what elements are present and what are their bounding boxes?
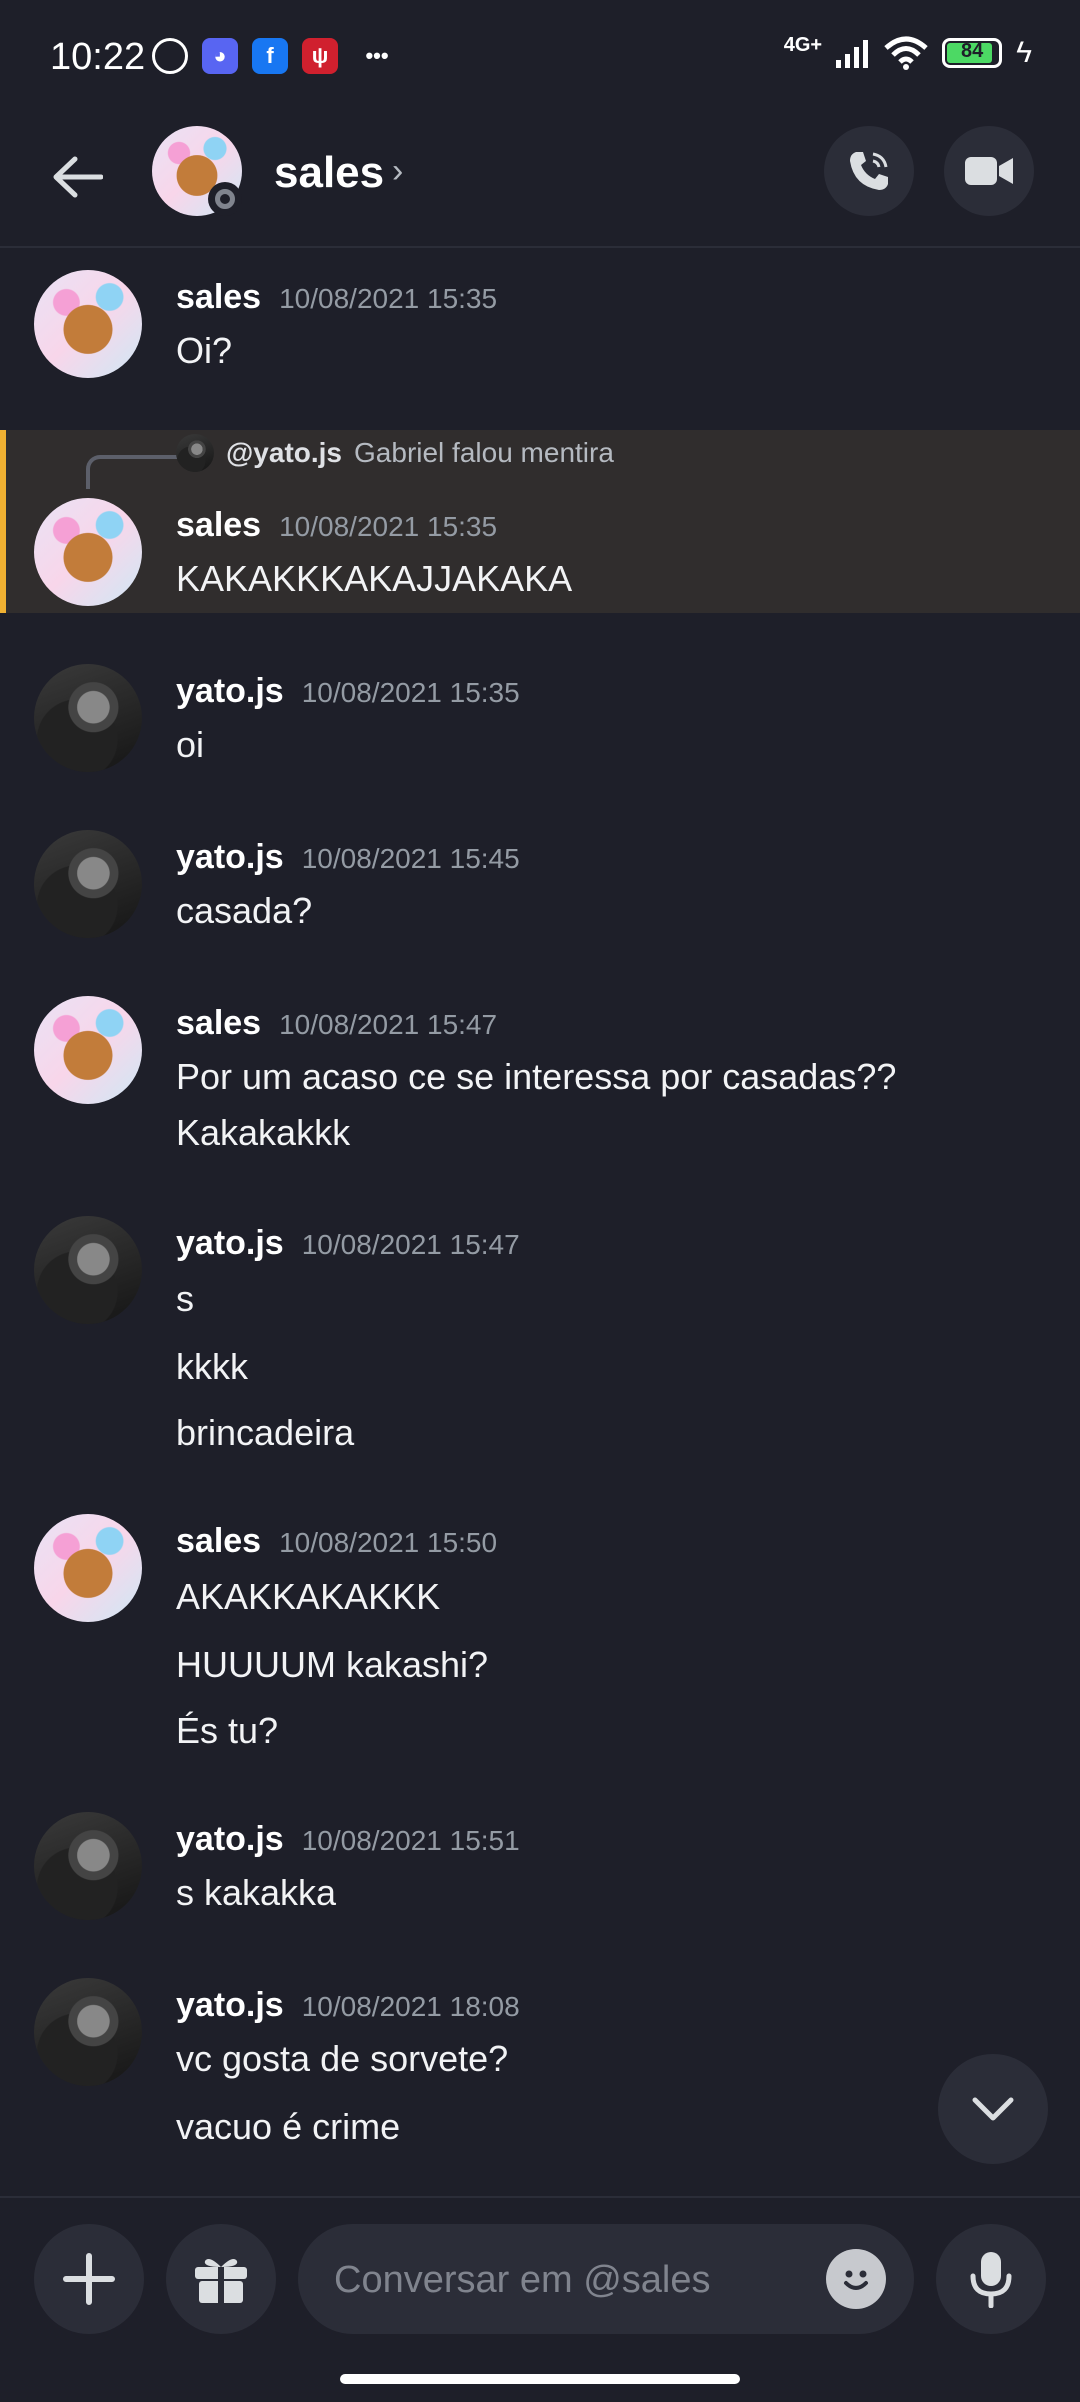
attach-button[interactable] xyxy=(34,2224,144,2334)
avatar[interactable] xyxy=(34,1514,142,1622)
message-header: yato.js 10/08/2021 15:35 xyxy=(176,672,520,711)
message-timestamp: 10/08/2021 15:35 xyxy=(279,511,498,542)
message-input[interactable] xyxy=(332,2224,796,2336)
message-author[interactable]: yato.js xyxy=(176,672,284,710)
charging-icon: ϟ xyxy=(1016,36,1032,69)
message-text[interactable]: Por um acaso ce se interessa por casadas… xyxy=(176,1056,896,1098)
back-arrow-icon xyxy=(53,156,103,198)
gift-button[interactable] xyxy=(166,2224,276,2334)
emoji-button[interactable] xyxy=(826,2249,886,2309)
message-timestamp: 10/08/2021 15:35 xyxy=(279,283,498,314)
avatar[interactable] xyxy=(34,270,142,378)
message-text[interactable]: oi xyxy=(176,724,204,766)
gift-icon xyxy=(195,2259,247,2303)
message-timestamp: 10/08/2021 18:08 xyxy=(301,1991,520,2022)
message-timestamp: 10/08/2021 15:35 xyxy=(301,677,520,708)
message-text[interactable]: Oi? xyxy=(176,330,232,372)
reply-author: @yato.js xyxy=(226,437,343,468)
microphone-icon xyxy=(970,2252,1012,2308)
message-author[interactable]: sales xyxy=(176,1522,261,1560)
plus-icon xyxy=(63,2253,115,2305)
avatar xyxy=(176,434,214,472)
avatar[interactable] xyxy=(34,1978,142,2086)
message-timestamp: 10/08/2021 15:47 xyxy=(279,1009,498,1040)
message-author[interactable]: yato.js xyxy=(176,1820,284,1858)
message-input-box[interactable] xyxy=(298,2224,914,2336)
video-camera-icon xyxy=(965,157,1013,185)
message-text[interactable]: KAKAKKKAKAJJAKAKA xyxy=(176,558,572,600)
home-indicator[interactable] xyxy=(340,2374,740,2384)
video-call-button[interactable] xyxy=(944,126,1034,216)
message-text[interactable]: kkkk xyxy=(176,1346,248,1388)
message-header: sales 10/08/2021 15:35 xyxy=(176,506,497,545)
more-icon: ••• xyxy=(365,43,389,68)
emoji-icon xyxy=(844,2270,868,2290)
message-author[interactable]: sales xyxy=(176,1004,261,1042)
message-text[interactable]: És tu? xyxy=(176,1710,278,1752)
message-timestamp: 10/08/2021 15:47 xyxy=(301,1229,520,1260)
discord-icon: ◕ xyxy=(202,38,238,74)
avatar[interactable] xyxy=(34,498,142,606)
message-author[interactable]: sales xyxy=(176,506,261,544)
avatar[interactable] xyxy=(34,1812,142,1920)
app-icon: ψ xyxy=(302,38,338,74)
jump-to-bottom-button[interactable] xyxy=(938,2054,1048,2164)
message-text[interactable]: AKAKKAKAKKK xyxy=(176,1576,440,1618)
avatar[interactable] xyxy=(34,664,142,772)
signal-icon xyxy=(836,40,869,68)
message-text[interactable]: vc gosta de sorvete? xyxy=(176,2038,508,2080)
message-text[interactable]: casada? xyxy=(176,890,312,932)
chevron-right-icon[interactable]: › xyxy=(392,152,403,191)
message-timestamp: 10/08/2021 15:50 xyxy=(279,1527,498,1558)
message-author[interactable]: yato.js xyxy=(176,1224,284,1262)
message-header: yato.js 10/08/2021 18:08 xyxy=(176,1986,520,2025)
status-right: 4G+ 84 ϟ xyxy=(783,33,1032,70)
wifi-icon xyxy=(884,36,928,70)
chevron-down-icon xyxy=(972,2097,1014,2121)
message-header: sales 10/08/2021 15:50 xyxy=(176,1522,497,1561)
offline-status-icon xyxy=(208,182,242,216)
back-button[interactable] xyxy=(40,140,114,214)
message-header: sales 10/08/2021 15:47 xyxy=(176,1004,497,1043)
message-timestamp: 10/08/2021 15:51 xyxy=(301,1825,520,1856)
voice-call-button[interactable] xyxy=(824,126,914,216)
network-type: 4G+ xyxy=(783,33,823,56)
message-header: yato.js 10/08/2021 15:47 xyxy=(176,1224,520,1263)
voice-message-button[interactable] xyxy=(936,2224,1046,2334)
battery-icon: 84 xyxy=(942,38,1003,68)
reply-preview[interactable]: @yato.js Gabriel falou mentira xyxy=(176,434,614,472)
message-list[interactable]: sales 10/08/2021 15:35 Oi? @yato.js Gabri… xyxy=(0,248,1080,2198)
message-text[interactable]: s xyxy=(176,1278,194,1320)
battery-level: 84 xyxy=(960,40,984,62)
status-time: 10:22 xyxy=(50,36,146,78)
phone-call-icon xyxy=(850,152,888,190)
message-composer xyxy=(0,2196,1080,2402)
facebook-icon: f xyxy=(252,38,288,74)
message-author[interactable]: yato.js xyxy=(176,1986,284,2024)
avatar[interactable] xyxy=(34,996,142,1104)
message-text[interactable]: Kakakakkk xyxy=(176,1112,350,1154)
message-author[interactable]: yato.js xyxy=(176,838,284,876)
avatar[interactable] xyxy=(34,830,142,938)
status-bar: 10:22 ◕ f ψ ••• 4G+ 84 ϟ xyxy=(0,0,1080,120)
message-text[interactable]: brincadeira xyxy=(176,1412,354,1454)
message-header: yato.js 10/08/2021 15:51 xyxy=(176,1820,520,1859)
message-header: yato.js 10/08/2021 15:45 xyxy=(176,838,520,877)
alarm-icon xyxy=(152,38,188,74)
message-text[interactable]: vacuo é crime xyxy=(176,2106,400,2148)
message-text[interactable]: s kakakka xyxy=(176,1872,336,1914)
notification-icons: ◕ f ψ ••• xyxy=(152,38,402,74)
reply-connector xyxy=(86,455,178,489)
message-text[interactable]: HUUUUM kakashi? xyxy=(176,1644,488,1686)
message-author[interactable]: sales xyxy=(176,278,261,316)
message-header: sales 10/08/2021 15:35 xyxy=(176,278,497,317)
chat-header: sales › xyxy=(0,120,1080,248)
avatar[interactable] xyxy=(34,1216,142,1324)
channel-name[interactable]: sales xyxy=(274,148,384,198)
message-timestamp: 10/08/2021 15:45 xyxy=(301,843,520,874)
reply-text: Gabriel falou mentira xyxy=(354,437,614,468)
